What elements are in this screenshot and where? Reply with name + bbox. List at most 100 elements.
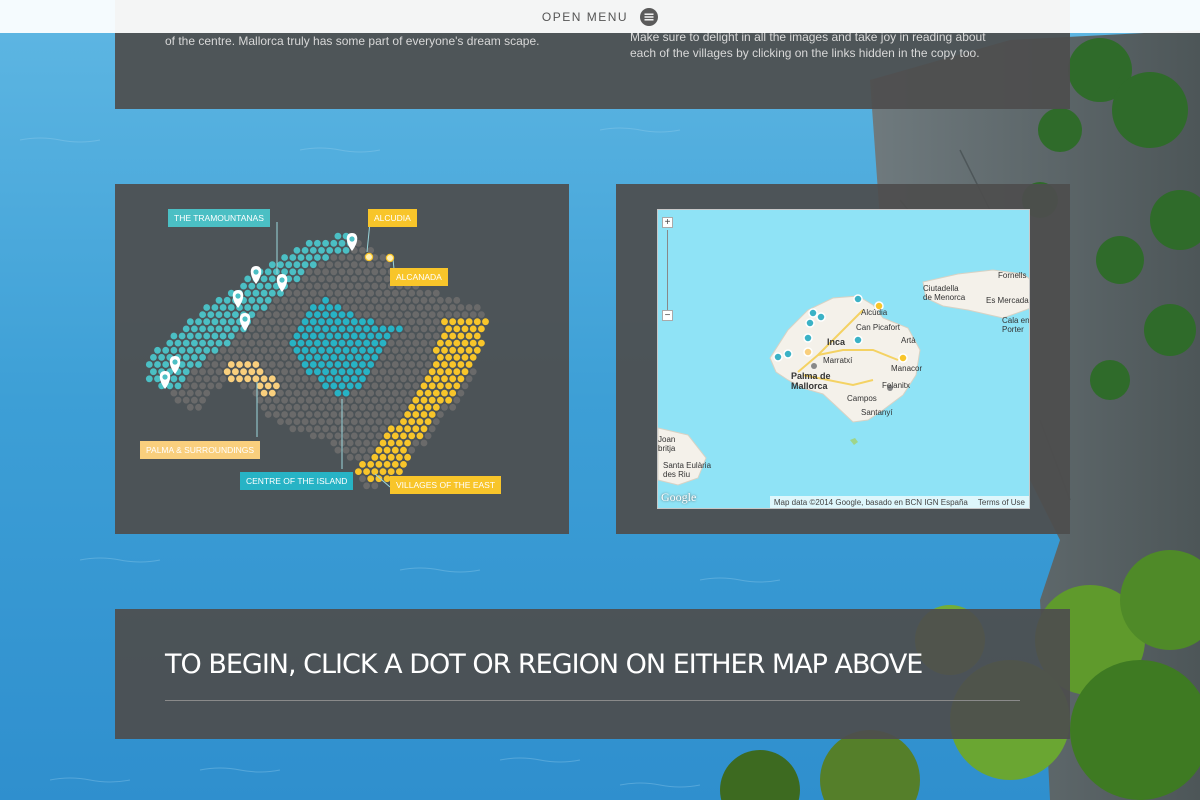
map-dot[interactable] <box>338 354 346 361</box>
map-dot[interactable] <box>367 432 375 440</box>
map-dot[interactable] <box>379 354 387 361</box>
map-dot[interactable] <box>268 275 276 283</box>
map-dot[interactable] <box>244 375 252 383</box>
map-dot[interactable] <box>445 339 452 347</box>
map-dot[interactable] <box>432 403 440 411</box>
map-dot[interactable] <box>363 339 370 347</box>
map-dot[interactable] <box>416 289 424 297</box>
map-dot[interactable] <box>219 318 227 326</box>
map-dot[interactable] <box>289 254 297 261</box>
map-dot[interactable] <box>453 382 461 390</box>
map-dot[interactable] <box>350 304 358 311</box>
map-dot[interactable] <box>363 296 370 304</box>
map-dot[interactable] <box>199 382 206 390</box>
map-dot[interactable] <box>363 325 370 333</box>
map-dot[interactable] <box>375 332 383 340</box>
map-dot[interactable] <box>453 368 461 376</box>
map-dot[interactable] <box>223 296 231 304</box>
map-dot[interactable] <box>260 332 268 340</box>
map-dot[interactable] <box>346 368 354 376</box>
map-dot[interactable] <box>273 268 280 276</box>
map-dot[interactable] <box>330 239 338 247</box>
map-dot[interactable] <box>309 318 317 326</box>
map-dot[interactable] <box>424 432 432 440</box>
map-dot[interactable] <box>322 354 329 361</box>
map-dot[interactable] <box>469 339 477 347</box>
map-dot[interactable] <box>256 354 264 361</box>
map-dot[interactable] <box>252 361 260 368</box>
map-dot[interactable] <box>215 339 223 347</box>
map-dot[interactable] <box>281 411 288 418</box>
map-dot[interactable] <box>219 346 227 354</box>
map-dot[interactable] <box>195 318 202 326</box>
map-dot[interactable] <box>346 339 354 347</box>
map-dot[interactable] <box>277 332 284 340</box>
map-dot[interactable] <box>355 411 362 418</box>
map-dot[interactable] <box>359 403 366 411</box>
map-dot[interactable] <box>400 289 407 297</box>
map-dot[interactable] <box>314 425 321 433</box>
map-dot[interactable] <box>334 275 342 283</box>
map-dot[interactable] <box>264 282 272 290</box>
map-dot[interactable] <box>342 361 350 368</box>
map-dot[interactable] <box>391 461 399 468</box>
map-dot[interactable] <box>330 396 338 404</box>
map-dot[interactable] <box>297 425 305 433</box>
map-dot[interactable] <box>346 311 354 318</box>
map-dot[interactable] <box>322 254 329 261</box>
map-dot[interactable] <box>457 361 465 368</box>
map-dot[interactable] <box>322 325 329 333</box>
map-dot[interactable] <box>465 361 473 368</box>
map-dot[interactable] <box>154 346 161 354</box>
map-dot[interactable] <box>301 418 309 425</box>
map-dot[interactable] <box>199 354 206 361</box>
map-dot[interactable] <box>379 453 387 461</box>
map-dot[interactable] <box>334 232 342 240</box>
map-dot[interactable] <box>408 346 416 354</box>
map-dot[interactable] <box>355 268 362 276</box>
map-dot[interactable] <box>268 403 276 411</box>
map-dot[interactable] <box>383 346 391 354</box>
map-dot[interactable] <box>379 282 387 290</box>
map-dot[interactable] <box>432 418 440 425</box>
map-dot[interactable] <box>322 339 329 347</box>
map-dot[interactable] <box>236 375 243 383</box>
map-dot[interactable] <box>359 361 366 368</box>
map-dot[interactable] <box>297 325 305 333</box>
map-dot[interactable] <box>260 375 268 383</box>
map-dot[interactable] <box>264 296 272 304</box>
map-dot[interactable] <box>391 289 399 297</box>
map-dot[interactable] <box>396 425 403 433</box>
map-dot[interactable] <box>248 325 256 333</box>
google-logo[interactable]: Google <box>661 490 696 505</box>
map-dot[interactable] <box>256 368 264 376</box>
map-dot[interactable] <box>432 289 440 297</box>
map-dot[interactable] <box>252 304 260 311</box>
map-dot[interactable] <box>326 332 334 340</box>
map-dot[interactable] <box>379 268 387 276</box>
map-dot[interactable] <box>437 311 444 318</box>
map-dot[interactable] <box>469 368 477 376</box>
map-dot[interactable] <box>387 311 395 318</box>
map-dot[interactable] <box>215 325 223 333</box>
map-dot[interactable] <box>379 425 387 433</box>
map-dot[interactable] <box>359 275 366 283</box>
map-dot[interactable] <box>375 361 383 368</box>
map-dot[interactable] <box>387 382 395 390</box>
map-dot[interactable] <box>465 304 473 311</box>
map-dot[interactable] <box>342 332 350 340</box>
map-dot[interactable] <box>174 339 182 347</box>
map-dot[interactable] <box>396 325 403 333</box>
map-dot[interactable] <box>248 296 256 304</box>
map-dot[interactable] <box>379 254 387 261</box>
map-dot[interactable] <box>355 382 362 390</box>
map-dot[interactable] <box>437 382 444 390</box>
map-dot[interactable] <box>363 268 370 276</box>
map-dot[interactable] <box>150 354 157 361</box>
map-dot[interactable] <box>289 425 297 433</box>
map-dot[interactable] <box>363 425 370 433</box>
map-dot[interactable] <box>293 318 301 326</box>
map-dot[interactable] <box>293 332 301 340</box>
map-dot[interactable] <box>371 396 379 404</box>
map-dot[interactable] <box>432 304 440 311</box>
